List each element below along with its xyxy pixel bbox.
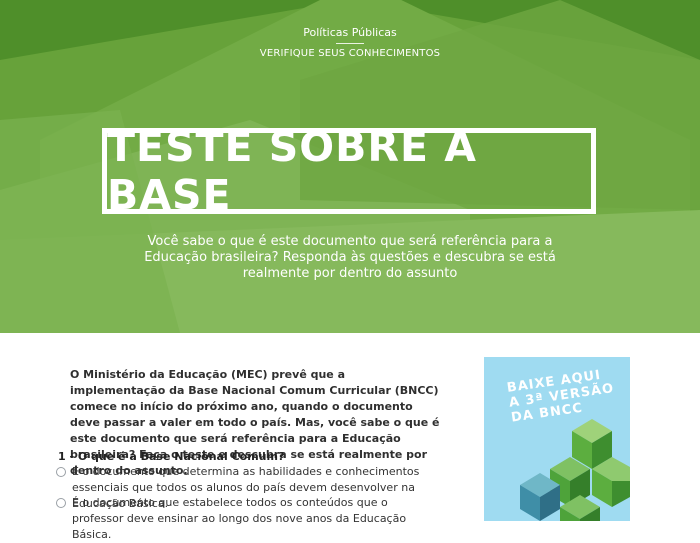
category-link[interactable]: Políticas Públicas bbox=[0, 26, 700, 39]
title-frame: TESTE SOBRE A BASE bbox=[102, 123, 596, 219]
article-content: O Ministério da Educação (MEC) prevê que… bbox=[0, 333, 700, 541]
answer-option[interactable]: É o documento que estabelece todos os co… bbox=[56, 495, 432, 543]
hero-banner: Políticas Públicas VERIFIQUE SEUS CONHEC… bbox=[0, 0, 700, 333]
section-label: VERIFIQUE SEUS CONHECIMENTOS bbox=[259, 48, 441, 59]
radio-icon[interactable] bbox=[56, 498, 66, 508]
page-title: TESTE SOBRE A BASE bbox=[107, 123, 477, 219]
download-bncc-banner[interactable]: BAIXE AQUI A 3ª VERSÃO DA BNCC bbox=[484, 357, 630, 521]
page-subtitle: Você sabe o que é este documento que ser… bbox=[144, 234, 556, 281]
question-title: 1 - O que é a Base Nacional Comum? bbox=[58, 450, 285, 463]
answer-option-label: É o documento que estabelece todos os co… bbox=[72, 496, 407, 541]
radio-icon[interactable] bbox=[56, 467, 66, 477]
kicker-divider bbox=[336, 43, 364, 44]
